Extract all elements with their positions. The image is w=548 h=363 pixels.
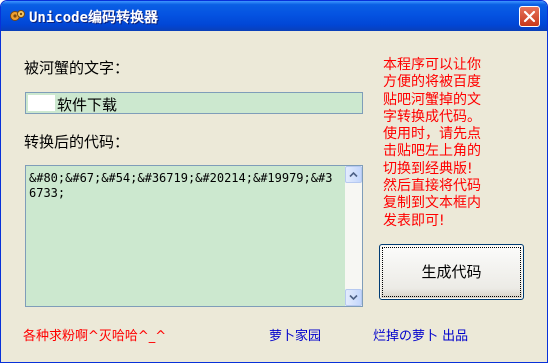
result-code-value: &#80;&#67;&#54;&#36719;&#20214;&#19979;&…	[29, 171, 333, 200]
instruction-line: 使用时，请先点	[383, 126, 481, 143]
source-label: 被河蟹的文字：	[24, 59, 130, 77]
chevron-down-icon	[349, 294, 358, 301]
instruction-line: 方便的将被百度	[383, 74, 481, 91]
gear-app-icon	[10, 10, 25, 21]
selection-highlight	[28, 95, 55, 111]
window-title: Unicode编码转换器	[29, 10, 159, 26]
instruction-line: 贴吧河蟹掉的文	[383, 91, 481, 108]
scroll-down-button[interactable]	[345, 289, 362, 306]
instruction-line: 发表即可!	[383, 212, 445, 229]
source-text-input[interactable]: 软件下载	[25, 92, 363, 114]
footer-credit-link[interactable]: 烂掉の萝卜 出品	[373, 325, 468, 344]
result-label: 转换后的代码：	[24, 133, 130, 151]
footer-site-link[interactable]: 萝卜家园	[269, 325, 321, 344]
instruction-line: 复制到文本框内	[383, 195, 481, 212]
scroll-up-button[interactable]	[345, 166, 362, 183]
source-text-value: 软件下载	[57, 96, 118, 114]
app-window: Unicode编码转换器 被河蟹的文字： 软件下载 转换后的代码： &#80;&…	[0, 0, 548, 363]
close-icon	[523, 10, 536, 23]
result-code-textarea[interactable]: &#80;&#67;&#54;&#36719;&#20214;&#19979;&…	[25, 165, 363, 307]
generate-code-label: 生成代码	[421, 263, 482, 281]
instruction-line: 击贴吧左上角的	[383, 143, 481, 160]
instructions-text: 本程序可以让你 方便的将被百度 贴吧河蟹掉的文 字转换成代码。 使用时，请先点 …	[383, 57, 535, 230]
chevron-up-icon	[349, 171, 358, 178]
instruction-line: 切换到经典版!	[383, 160, 473, 177]
footer-tagline: 各种求粉啊^灭哈哈^_^	[23, 329, 167, 344]
vertical-scrollbar[interactable]	[345, 166, 362, 306]
title-bar[interactable]: Unicode编码转换器	[1, 1, 547, 31]
close-button[interactable]	[519, 6, 540, 27]
instruction-line: 然后直接将代码	[383, 178, 481, 195]
generate-code-button[interactable]: 生成代码	[379, 244, 524, 300]
instruction-line: 字转换成代码。	[383, 108, 481, 125]
instruction-line: 本程序可以让你	[383, 57, 481, 73]
